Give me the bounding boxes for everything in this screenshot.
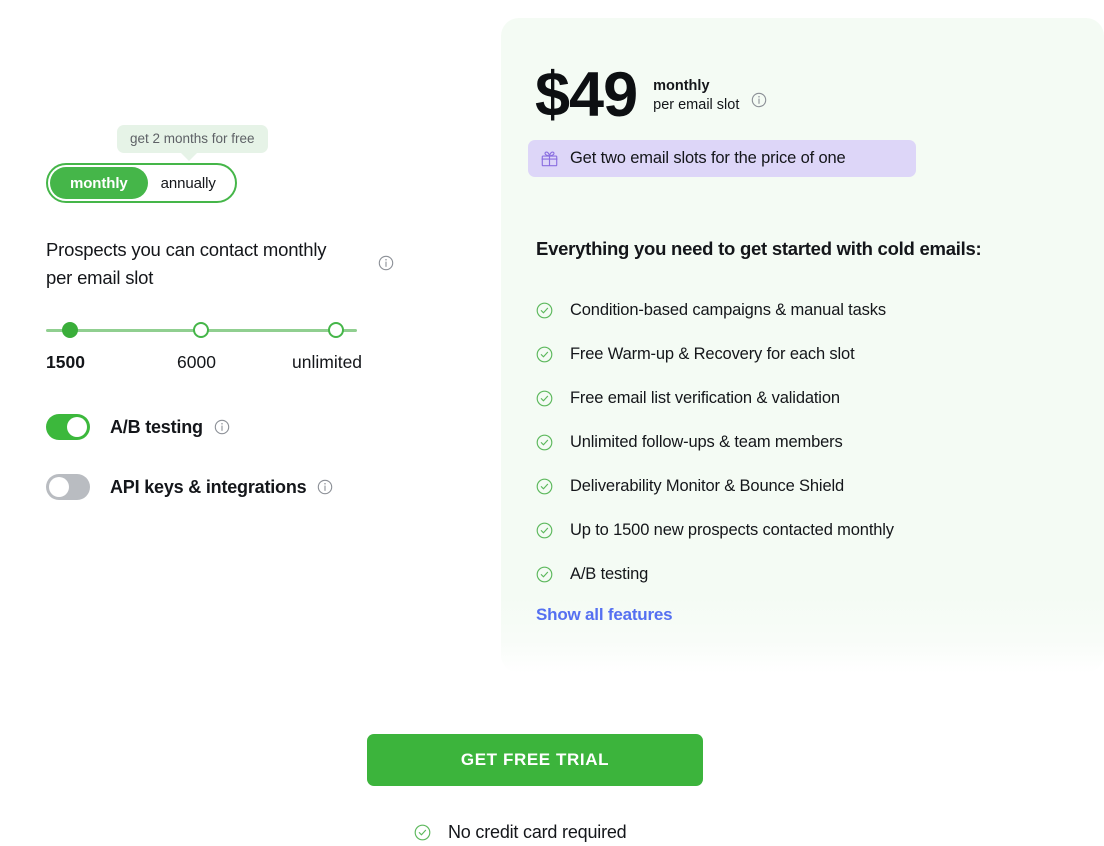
promo-text: Get two email slots for the price of one <box>570 149 846 167</box>
api-keys-info-icon[interactable] <box>317 479 333 495</box>
note-text: No credit card required <box>448 822 627 842</box>
slider-tick-6000: 6000 <box>177 352 216 372</box>
ab-testing-toggle[interactable] <box>46 414 90 440</box>
check-circle-icon <box>414 824 431 841</box>
get-free-trial-button[interactable]: GET FREE TRIAL <box>367 734 703 786</box>
prospects-slider[interactable] <box>46 322 357 340</box>
feature-label: Up to 1500 new prospects contacted month… <box>570 520 894 539</box>
promo-banner: Get two email slots for the price of one <box>528 140 916 177</box>
ab-testing-info-icon[interactable] <box>214 419 230 435</box>
ab-testing-label: A/B testing <box>110 416 203 437</box>
check-circle-icon <box>536 302 553 319</box>
slider-tick-1500: 1500 <box>46 352 85 372</box>
list-item: A/B testing <box>536 552 1016 596</box>
toggle-knob <box>67 417 87 437</box>
list-item: Up to 1500 new prospects contacted month… <box>536 508 1016 552</box>
feature-label: Free Warm-up & Recovery for each slot <box>570 344 855 363</box>
check-circle-icon <box>536 478 553 495</box>
price-period: monthly <box>653 78 710 94</box>
check-circle-icon <box>536 434 553 451</box>
api-keys-label: API keys & integrations <box>110 476 307 497</box>
list-item: Free email list verification & validatio… <box>536 376 1016 420</box>
slider-stop-1500[interactable] <box>62 322 78 338</box>
list-item: Deliverability Monitor & Bounce Shield <box>536 464 1016 508</box>
feature-label: Free email list verification & validatio… <box>570 388 840 407</box>
option-row-api-keys: API keys & integrations <box>46 474 333 500</box>
features-title: Everything you need to get started with … <box>536 238 982 259</box>
gift-icon <box>540 149 559 168</box>
option-row-ab-testing: A/B testing <box>46 414 230 440</box>
no-credit-card-note: No credit card required <box>414 822 627 843</box>
price-meta: monthly per email slot <box>653 78 767 114</box>
show-all-features-link[interactable]: Show all features <box>536 605 673 625</box>
check-circle-icon <box>536 390 553 407</box>
list-item: Unlimited follow-ups & team members <box>536 420 1016 464</box>
feature-label: A/B testing <box>570 564 649 583</box>
price-info-icon[interactable] <box>751 92 767 108</box>
slider-stop-unlimited[interactable] <box>328 322 344 338</box>
feature-label: Unlimited follow-ups & team members <box>570 432 843 451</box>
billing-option-annually[interactable]: annually <box>161 175 216 192</box>
features-list: Condition-based campaigns & manual tasks… <box>536 288 1016 596</box>
price-amount: $49 <box>535 60 638 130</box>
billing-option-monthly[interactable]: monthly <box>50 167 148 199</box>
list-item: Condition-based campaigns & manual tasks <box>536 288 1016 332</box>
prospects-slider-label: Prospects you can contact monthly per em… <box>46 239 327 288</box>
billing-period-switch[interactable]: monthly annually <box>46 163 237 203</box>
price-unit: per email slot <box>653 97 740 113</box>
annual-discount-tooltip: get 2 months for free <box>117 125 268 161</box>
feature-label: Condition-based campaigns & manual tasks <box>570 300 886 319</box>
list-item: Free Warm-up & Recovery for each slot <box>536 332 1016 376</box>
check-circle-icon <box>536 522 553 539</box>
toggle-knob <box>49 477 69 497</box>
feature-label: Deliverability Monitor & Bounce Shield <box>570 476 845 495</box>
check-circle-icon <box>536 346 553 363</box>
slider-stop-6000[interactable] <box>193 322 209 338</box>
prospects-info-icon[interactable] <box>378 255 394 271</box>
check-circle-icon <box>536 566 553 583</box>
api-keys-toggle[interactable] <box>46 474 90 500</box>
price-block: $49 monthly per email slot <box>535 62 767 128</box>
slider-tick-unlimited: unlimited <box>292 352 363 372</box>
slider-tick-labels: 1500 6000 unlimited <box>46 352 386 378</box>
